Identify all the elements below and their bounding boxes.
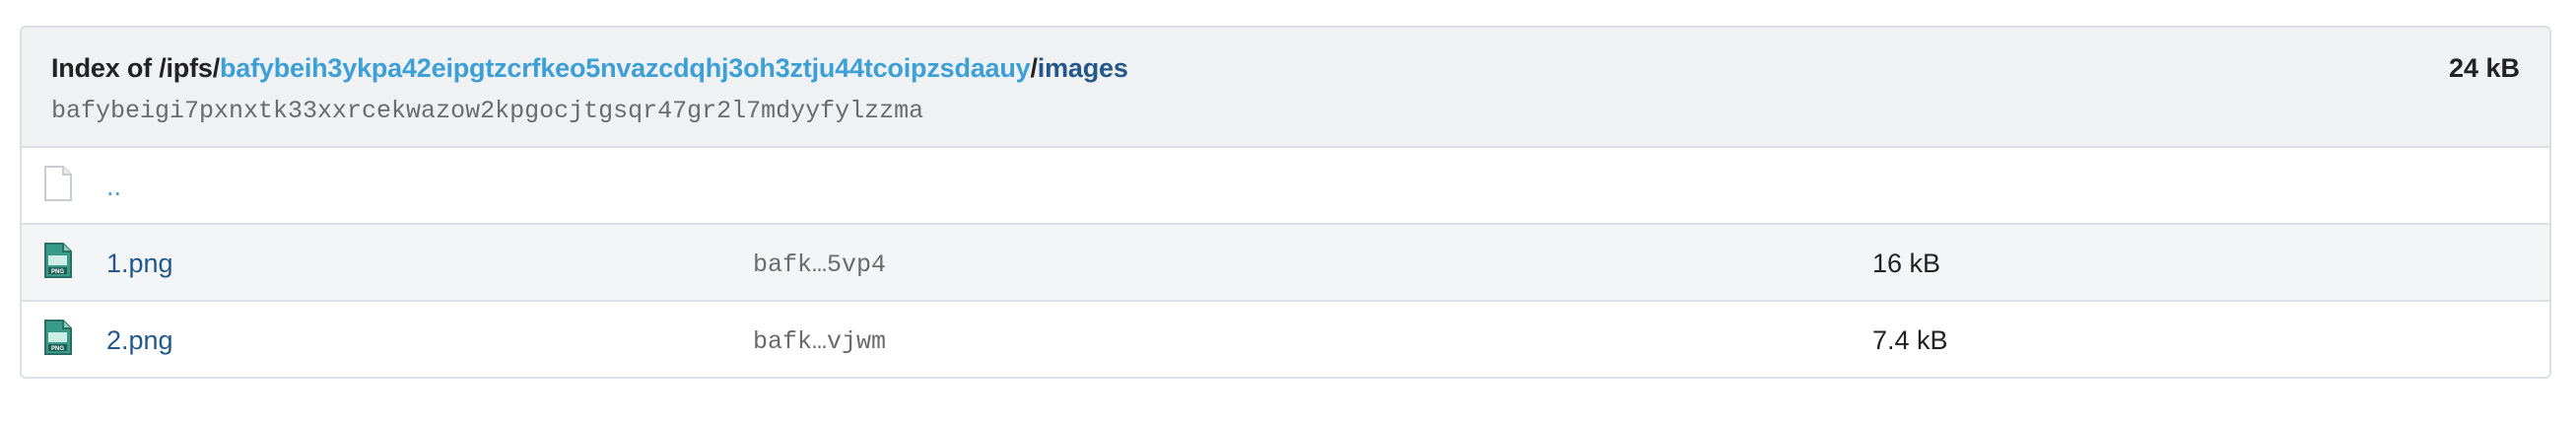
root-cid-link[interactable]: bafybeih3ykpa42eipgtzcrfkeo5nvazcdqhj3oh…	[220, 53, 1031, 83]
listing-header: Index of /ipfs/bafybeih3ykpa42eipgtzcrfk…	[22, 28, 2549, 148]
parent-directory-link[interactable]: ..	[106, 172, 121, 202]
png-file-icon: PNG	[43, 243, 73, 278]
total-size: 24 kB	[2448, 53, 2520, 83]
index-prefix: Index of /ipfs/	[51, 53, 221, 83]
file-link[interactable]: 1.png	[106, 249, 173, 279]
file-hash-link[interactable]: bafk…vjwm	[753, 327, 886, 356]
file-size: 7.4 kB	[1872, 325, 1948, 355]
blank-file-icon	[43, 166, 73, 201]
index-path: Index of /ipfs/bafybeih3ykpa42eipgtzcrfk…	[51, 53, 1128, 84]
svg-text:PNG: PNG	[51, 346, 64, 352]
folder-cid: bafybeigi7pxnxtk33xxrcekwazow2kpgocjtgsq…	[51, 97, 924, 125]
table-row: PNG 1.png bafk…5vp4 16 kB	[22, 225, 2549, 302]
table-row-parent: ..	[22, 148, 2549, 225]
file-hash-link[interactable]: bafk…5vp4	[753, 251, 886, 279]
file-size: 16 kB	[1872, 249, 1941, 278]
file-link[interactable]: 2.png	[106, 325, 173, 356]
table-row: PNG 2.png bafk…vjwm 7.4 kB	[22, 302, 2549, 377]
path-separator: /	[1030, 53, 1038, 83]
directory-listing: Index of /ipfs/bafybeih3ykpa42eipgtzcrfk…	[20, 26, 2551, 379]
svg-text:PNG: PNG	[51, 269, 64, 275]
folder-link[interactable]: images	[1038, 53, 1128, 83]
png-file-icon: PNG	[43, 320, 73, 355]
